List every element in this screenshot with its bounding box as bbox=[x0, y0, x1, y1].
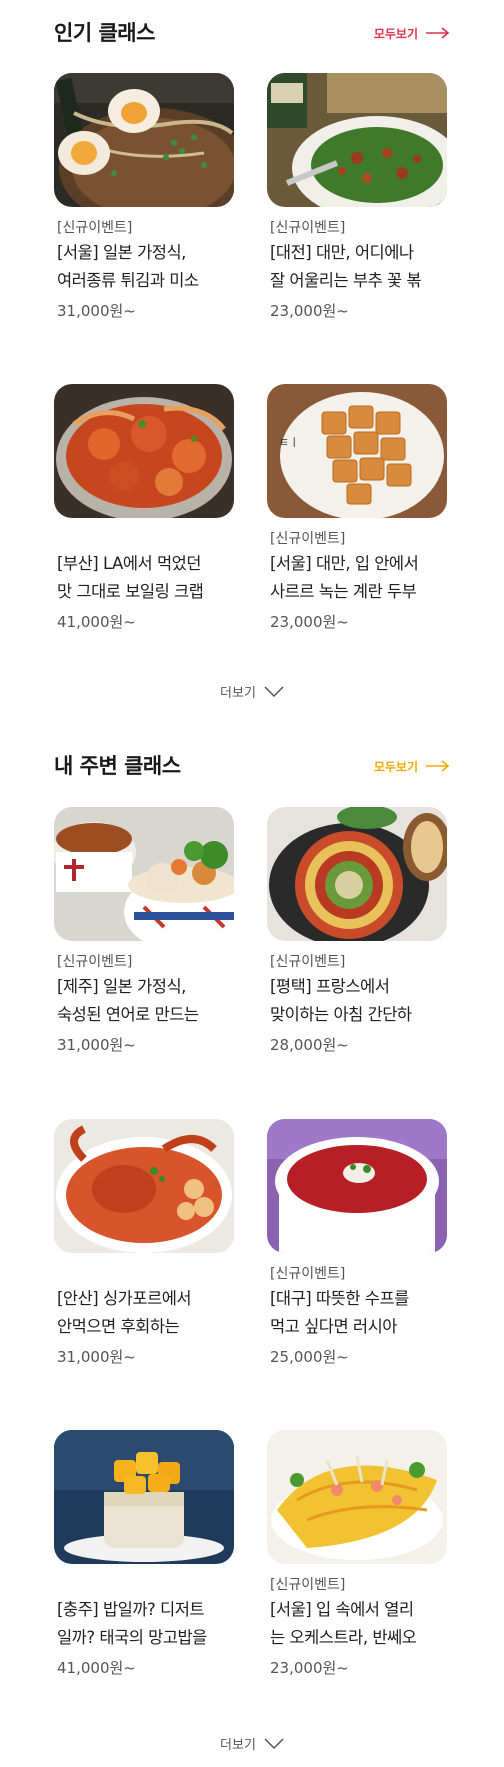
class-title[interactable]: [충주] 밥일까? 디저트 일까? 태국의 망고밥을 bbox=[57, 1596, 233, 1652]
nearby-section-title: 내 주변 클래스 bbox=[54, 754, 181, 778]
popular-more-button[interactable]: 더보기 bbox=[0, 679, 504, 703]
class-title[interactable]: [안산] 싱가포르에서 안먹으면 후회하는 bbox=[57, 1285, 233, 1341]
popular-see-all-link[interactable]: 모두보기 bbox=[374, 17, 450, 49]
class-price: 31,000원~ bbox=[57, 1348, 136, 1366]
event-badge: [신규이벤트] bbox=[270, 220, 346, 236]
chevron-down-icon bbox=[264, 685, 284, 697]
class-thumbnail-chive-stirfry[interactable] bbox=[267, 73, 447, 207]
class-title[interactable]: [평택] 프랑스에서 맞이하는 아침 간단하 bbox=[270, 973, 446, 1029]
class-price: 41,000원~ bbox=[57, 613, 136, 631]
class-thumbnail-boiling-crab[interactable] bbox=[54, 384, 234, 518]
class-title[interactable]: [서울] 입 속에서 열리 는 오케스트라, 반쎄오 bbox=[270, 1596, 446, 1652]
arrow-right-icon bbox=[426, 27, 450, 39]
class-thumbnail-japanese-bowls[interactable] bbox=[54, 807, 234, 941]
class-title[interactable]: [서울] 대만, 입 안에서 사르르 녹는 계란 두부 bbox=[270, 550, 446, 606]
class-title[interactable]: [대전] 대만, 어디에나 잘 어울리는 부추 꽃 볶 bbox=[270, 239, 446, 295]
class-price: 23,000원~ bbox=[270, 1659, 349, 1677]
popular-section-title: 인기 클래스 bbox=[54, 21, 155, 45]
arrow-right-icon bbox=[426, 760, 450, 772]
class-thumbnail-chili-crab[interactable] bbox=[54, 1119, 234, 1253]
event-badge: [신규이벤트] bbox=[270, 1266, 346, 1282]
class-thumbnail-ratatouille[interactable] bbox=[267, 807, 447, 941]
more-label: 더보기 bbox=[220, 1737, 256, 1753]
class-price: 31,000원~ bbox=[57, 302, 136, 320]
class-thumbnail-egg-tofu[interactable]: ㅌㅣ bbox=[267, 384, 447, 518]
chevron-down-icon bbox=[264, 1737, 284, 1749]
more-label: 더보기 bbox=[220, 685, 256, 701]
svg-text:ㅌㅣ: ㅌㅣ bbox=[279, 436, 299, 449]
class-title[interactable]: [제주] 일본 가정식, 숙성된 연어로 만드는 bbox=[57, 973, 233, 1029]
class-title[interactable]: [서울] 일본 가정식, 여러종류 튀김과 미소 bbox=[57, 239, 233, 295]
class-thumbnail-borscht[interactable] bbox=[267, 1119, 447, 1253]
event-badge: [신규이벤트] bbox=[270, 954, 346, 970]
event-badge: [신규이벤트] bbox=[270, 531, 346, 547]
popular-section-header: 인기 클래스 모두보기 bbox=[54, 17, 450, 49]
event-badge: [신규이벤트] bbox=[270, 1577, 346, 1593]
nearby-see-all-label: 모두보기 bbox=[373, 759, 418, 774]
nearby-section-header: 내 주변 클래스 모두보기 bbox=[54, 750, 450, 782]
class-thumbnail-mango-sticky-rice[interactable] bbox=[54, 1430, 234, 1564]
class-price: 31,000원~ bbox=[57, 1036, 136, 1054]
class-title[interactable]: [부산] LA에서 먹었던 맛 그대로 보일링 크랩 bbox=[57, 550, 233, 606]
event-badge: [신규이벤트] bbox=[57, 954, 133, 970]
nearby-more-button[interactable]: 더보기 bbox=[0, 1731, 504, 1755]
class-title[interactable]: [대구] 따뜻한 수프를 먹고 싶다면 러시아 bbox=[270, 1285, 446, 1341]
class-thumbnail-banh-xeo[interactable] bbox=[267, 1430, 447, 1564]
class-price: 25,000원~ bbox=[270, 1348, 349, 1366]
nearby-see-all-link[interactable]: 모두보기 bbox=[374, 750, 450, 782]
class-price: 23,000원~ bbox=[270, 613, 349, 631]
class-price: 41,000원~ bbox=[57, 1659, 136, 1677]
event-badge: [신규이벤트] bbox=[57, 220, 133, 236]
class-price: 28,000원~ bbox=[270, 1036, 349, 1054]
class-thumbnail-ramen[interactable] bbox=[54, 73, 234, 207]
class-price: 23,000원~ bbox=[270, 302, 349, 320]
popular-see-all-label: 모두보기 bbox=[373, 26, 418, 41]
